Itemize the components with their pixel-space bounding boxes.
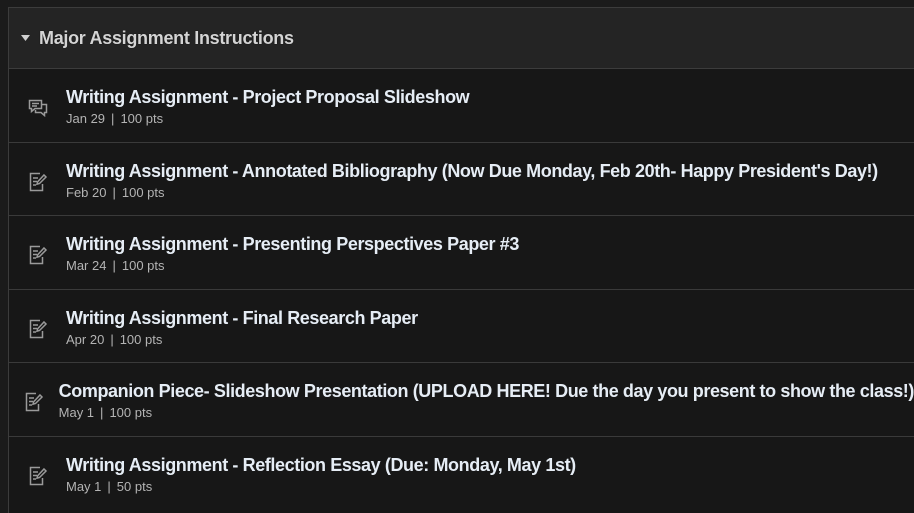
meta-separator: | (112, 258, 116, 274)
module-item[interactable]: Writing Assignment - Presenting Perspect… (9, 216, 914, 290)
module-item-body: Writing Assignment - Project Proposal Sl… (66, 84, 470, 126)
assignment-link[interactable]: Writing Assignment - Final Research Pape… (66, 307, 418, 329)
points: 100 pts (121, 184, 165, 200)
assignment-icon (9, 313, 66, 339)
due-date: May 1 (66, 479, 102, 495)
assignment-link[interactable]: Writing Assignment - Presenting Perspect… (66, 233, 519, 255)
meta-separator: | (110, 331, 114, 347)
meta-separator: | (100, 405, 104, 421)
module-item-body: Companion Piece- Slideshow Presentation … (59, 378, 914, 420)
due-date: Feb 20 (66, 184, 107, 200)
module-container: Major Assignment Instructions Writing As… (8, 7, 914, 513)
assignment-link[interactable]: Writing Assignment - Annotated Bibliogra… (66, 160, 878, 182)
due-date: May 1 (58, 405, 95, 421)
meta-separator: | (112, 184, 116, 200)
module-item-body: Writing Assignment - Final Research Pape… (66, 305, 418, 347)
meta-separator: | (111, 111, 115, 127)
item-meta: May 1 | 50 pts (66, 479, 576, 494)
assignment-icon (9, 460, 66, 486)
assignment-icon (9, 166, 66, 192)
due-date: Apr 20 (66, 331, 105, 347)
points: 100 pts (119, 331, 163, 347)
module-item[interactable]: Writing Assignment - Annotated Bibliogra… (9, 142, 914, 216)
item-meta: Jan 29 | 100 pts (66, 111, 469, 126)
points: 50 pts (116, 479, 153, 495)
item-meta: Feb 20 | 100 pts (66, 185, 878, 200)
points: 100 pts (121, 258, 165, 274)
module-item-body: Writing Assignment - Presenting Perspect… (66, 231, 519, 273)
assignment-link[interactable]: Writing Assignment - Reflection Essay (D… (66, 454, 576, 476)
points: 100 pts (109, 405, 153, 421)
assignment-icon (9, 239, 66, 265)
module-item[interactable]: Writing Assignment - Final Research Pape… (9, 289, 914, 363)
meta-separator: | (107, 479, 111, 495)
item-meta: May 1 | 100 pts (59, 405, 914, 420)
module-item[interactable]: Companion Piece- Slideshow Presentation … (9, 363, 914, 437)
assignment-link[interactable]: Companion Piece- Slideshow Presentation … (59, 380, 914, 402)
item-meta: Mar 24 | 100 pts (66, 258, 519, 273)
module-items-list: Writing Assignment - Project Proposal Sl… (9, 69, 914, 510)
module-item[interactable]: Writing Assignment - Project Proposal Sl… (9, 69, 914, 143)
assignment-link[interactable]: Writing Assignment - Project Proposal Sl… (66, 86, 470, 108)
item-meta: Apr 20 | 100 pts (66, 332, 418, 347)
points: 100 pts (120, 111, 164, 127)
triangle-down-icon[interactable] (20, 33, 30, 43)
assignment-icon (9, 386, 59, 412)
module-item[interactable]: Writing Assignment - Reflection Essay (D… (9, 436, 914, 510)
module-title: Major Assignment Instructions (39, 27, 294, 48)
due-date: Jan 29 (66, 111, 106, 127)
module-item-body: Writing Assignment - Annotated Bibliogra… (66, 158, 878, 200)
module-header[interactable]: Major Assignment Instructions (9, 8, 914, 69)
module-item-body: Writing Assignment - Reflection Essay (D… (66, 452, 576, 494)
discussion-icon (9, 93, 66, 118)
due-date: Mar 24 (66, 258, 107, 274)
